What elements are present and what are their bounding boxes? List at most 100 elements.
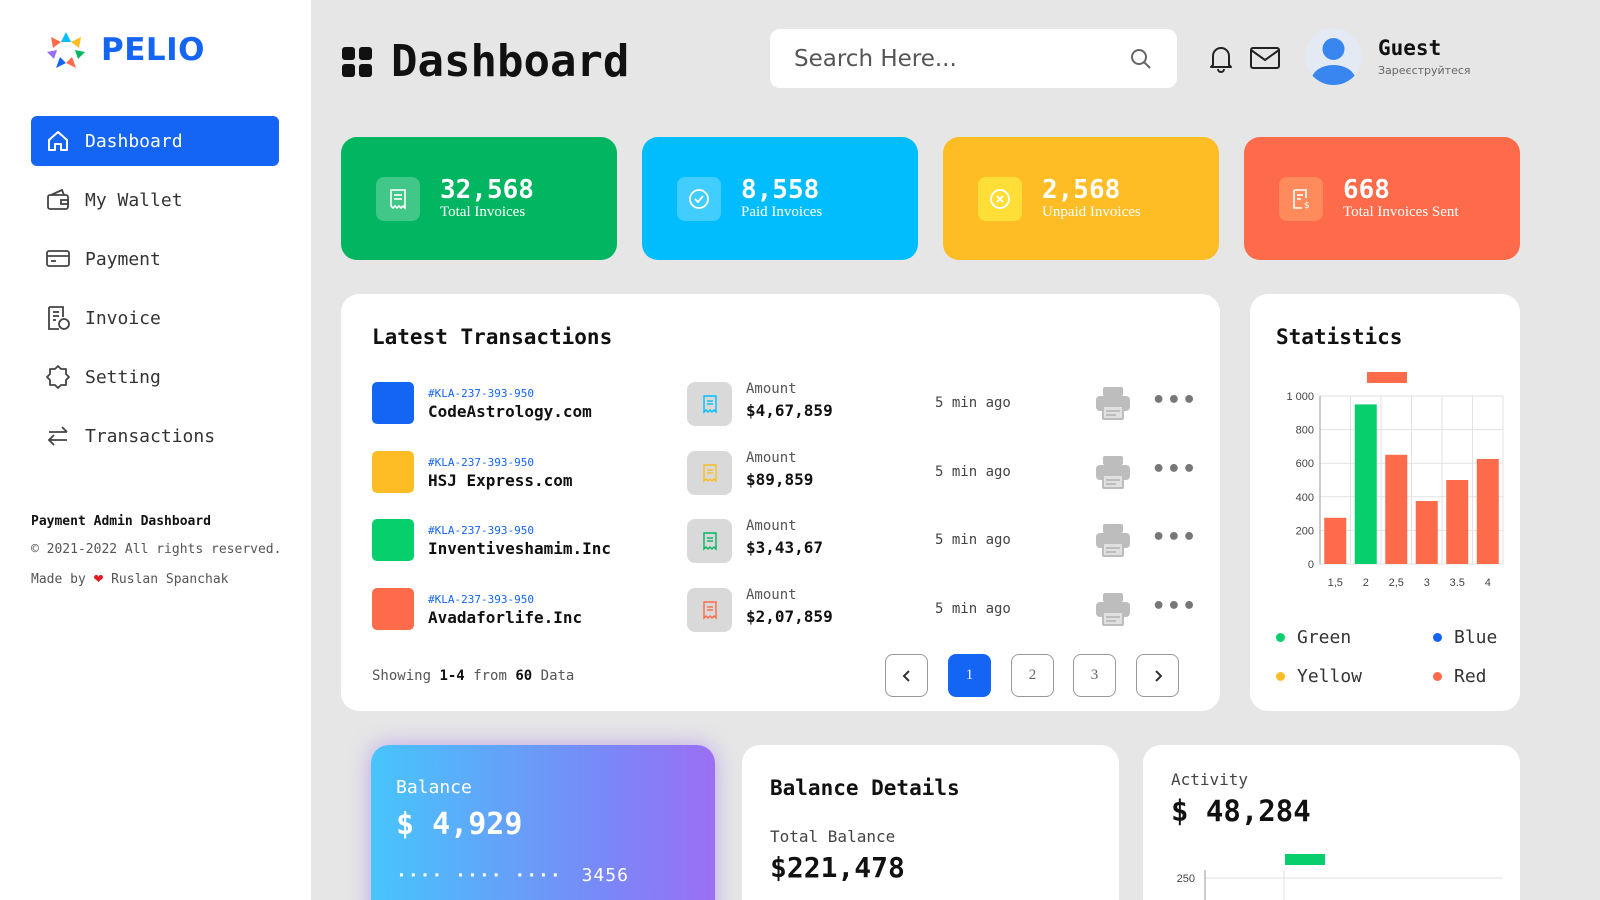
printer-icon[interactable]: [1094, 453, 1132, 491]
table-row[interactable]: #KLA-237-393-950 HSJ Express.com Amount …: [372, 450, 1196, 495]
balance-details-panel: Balance Details Total Balance $221,478: [742, 745, 1119, 900]
invoice-dollar-icon: $: [1279, 176, 1323, 221]
balance-label: Balance: [396, 777, 472, 798]
pagination-summary: Showing 1-4 from 60 Data: [372, 668, 574, 684]
x-tick-label: 1,5: [1328, 577, 1343, 589]
time-ago: 5 min ago: [935, 532, 1011, 548]
time-ago: 5 min ago: [935, 601, 1011, 617]
x-tick-label: 2: [1363, 577, 1369, 589]
sidebar-item-transactions[interactable]: Transactions: [31, 411, 279, 461]
showing-suffix: Data: [540, 668, 575, 684]
brand-logo[interactable]: PELIO: [45, 28, 205, 72]
bar-5: [1446, 480, 1469, 564]
more-options-icon[interactable]: •••: [1152, 457, 1198, 482]
next-page-button[interactable]: [1136, 654, 1179, 697]
time-ago: 5 min ago: [935, 464, 1011, 480]
more-options-icon[interactable]: •••: [1152, 594, 1198, 619]
company-swatch: [372, 451, 414, 493]
company-name: Avadaforlife.Inc: [428, 608, 583, 627]
amount-label: Amount: [746, 587, 797, 603]
series-marker: [1367, 372, 1407, 383]
transaction-id: #KLA-237-393-950: [428, 387, 534, 400]
card-last-digits: 3456: [581, 865, 629, 886]
y-tick-label: 800: [1296, 425, 1314, 437]
prev-page-button[interactable]: [885, 654, 928, 697]
company-name: HSJ Express.com: [428, 471, 573, 490]
table-row[interactable]: #KLA-237-393-950 CodeAstrology.com Amoun…: [372, 381, 1196, 426]
bell-icon[interactable]: [1207, 43, 1235, 73]
table-row[interactable]: #KLA-237-393-950 Inventiveshamim.Inc Amo…: [372, 518, 1196, 563]
latest-transactions-panel: Latest Transactions #KLA-237-393-950 Cod…: [341, 294, 1220, 711]
y-tick-label: 1 000: [1286, 391, 1314, 403]
sidebar-item-setting[interactable]: Setting: [31, 352, 279, 402]
sidebar-item-invoice[interactable]: Invoice: [31, 293, 279, 343]
y-tick-label: 250: [1177, 873, 1195, 885]
y-tick-label: 200: [1296, 525, 1314, 537]
sidebar-item-payment[interactable]: Payment: [31, 234, 279, 284]
receipt-icon: [376, 176, 420, 221]
stat-label: Total Invoices: [440, 204, 526, 221]
stat-card-total-invoices[interactable]: 32,568 Total Invoices: [341, 137, 617, 260]
bar-6: [1476, 459, 1499, 564]
activity-value: $ 48,284: [1171, 794, 1311, 828]
balance-details-title: Balance Details: [770, 776, 960, 800]
total-balance-value: $221,478: [770, 851, 905, 884]
bar-4: [1415, 501, 1438, 564]
activity-label: Activity: [1171, 770, 1249, 789]
balance-amount: $ 4,929: [396, 807, 523, 842]
page-button-2[interactable]: 2: [1011, 654, 1054, 697]
credit-card-icon: [46, 250, 70, 267]
user-subtitle[interactable]: Зареєструйтеся: [1378, 64, 1471, 77]
sidebar-item-my-wallet[interactable]: My Wallet: [31, 175, 279, 225]
more-options-icon[interactable]: •••: [1152, 525, 1198, 550]
bar-3: [1385, 454, 1408, 564]
legend-label: Yellow: [1297, 666, 1363, 687]
page-button-1[interactable]: 1: [948, 654, 991, 697]
footer-copyright: © 2021-2022 All rights reserved.: [31, 542, 282, 557]
showing-prefix: Showing: [372, 668, 432, 684]
stat-card-paid-invoices[interactable]: 8,558 Paid Invoices: [642, 137, 918, 260]
printer-icon[interactable]: [1094, 521, 1132, 559]
legend-label: Blue: [1454, 627, 1498, 648]
user-profile[interactable]: Guest Зареєструйтеся: [1305, 28, 1471, 85]
stat-value: 2,568: [1042, 174, 1121, 205]
statistics-bar-chart: 0 200 400 600 800 1 000 1,5 2 2,5 3 3.5 4: [1286, 372, 1504, 589]
search-input[interactable]: [794, 45, 1129, 72]
stat-card-unpaid-invoices[interactable]: 2,568 Unpaid Invoices: [943, 137, 1219, 260]
stat-card-invoices-sent[interactable]: $ 668 Total Invoices Sent: [1244, 137, 1520, 260]
avatar[interactable]: [1305, 28, 1362, 85]
stat-value: 32,568: [440, 174, 534, 205]
stat-label: Paid Invoices: [741, 204, 823, 221]
search-icon[interactable]: [1129, 47, 1153, 71]
sidebar-item-dashboard[interactable]: Dashboard: [31, 116, 279, 166]
amount-label: Amount: [746, 381, 797, 397]
mail-icon[interactable]: [1249, 45, 1281, 71]
bar-2: [1354, 404, 1377, 564]
transfer-arrows-icon: [47, 426, 68, 446]
transaction-id: #KLA-237-393-950: [428, 593, 534, 606]
transaction-id: #KLA-237-393-950: [428, 456, 534, 469]
search-box[interactable]: [770, 29, 1177, 88]
x-tick-label: 3: [1424, 577, 1430, 589]
home-icon: [48, 131, 68, 151]
sidebar-footer: Payment Admin Dashboard © 2021-2022 All …: [31, 508, 281, 594]
card-masked-digits: ···· ···· ····: [396, 865, 562, 886]
footer-author: Ruslan Spanchak: [111, 572, 229, 587]
receipt-icon: [687, 451, 732, 495]
printer-icon[interactable]: [1094, 384, 1132, 422]
y-tick-label: 0: [1308, 559, 1314, 571]
company-name: Inventiveshamim.Inc: [428, 539, 612, 558]
page-button-3[interactable]: 3: [1073, 654, 1116, 697]
footer-credit: Made by ❤ Ruslan Spanchak: [31, 564, 281, 594]
gear-icon: [46, 365, 70, 389]
legend-item-green: Green: [1276, 627, 1351, 648]
x-tick-label: 3.5: [1450, 577, 1465, 589]
legend-dot: [1276, 672, 1285, 681]
more-options-icon[interactable]: •••: [1152, 388, 1198, 413]
printer-icon[interactable]: [1094, 590, 1132, 628]
table-row[interactable]: #KLA-237-393-950 Avadaforlife.Inc Amount…: [372, 587, 1196, 632]
stat-label: Total Invoices Sent: [1343, 204, 1459, 221]
amount-value: $89,859: [746, 470, 814, 489]
balance-card[interactable]: Balance $ 4,929 ···· ···· ···· 3456: [371, 745, 715, 900]
sidebar: PELIO Dashboard My Wallet Payment Invoic…: [0, 0, 311, 900]
